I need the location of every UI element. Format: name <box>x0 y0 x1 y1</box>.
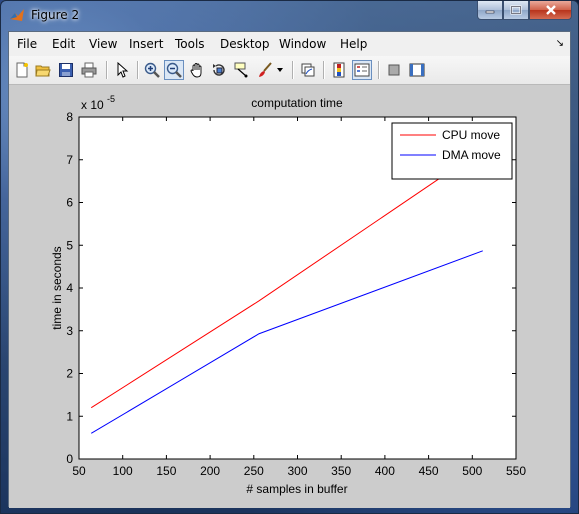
title-bar[interactable]: Figure 2 <box>1 1 578 31</box>
minimize-icon <box>485 10 495 14</box>
link-plot-icon[interactable] <box>298 60 318 80</box>
y-tick-label: 8 <box>66 110 73 124</box>
figure-window: Figure 2 File Edit View Insert Tools Des… <box>0 0 579 514</box>
x-tick-label: 400 <box>375 464 395 478</box>
y-tick-label: 2 <box>66 367 73 381</box>
dock-arrow-icon[interactable]: ↘ <box>556 38 564 49</box>
x-tick-label: 300 <box>287 464 307 478</box>
menu-window[interactable]: Window <box>279 37 326 51</box>
brush-icon[interactable] <box>255 60 275 80</box>
menu-view[interactable]: View <box>89 37 117 51</box>
figure-toolbar <box>9 56 570 85</box>
menu-file[interactable]: File <box>17 37 37 51</box>
print-icon[interactable] <box>79 60 99 80</box>
x-tick-label: 50 <box>72 464 86 478</box>
x-tick-label: 100 <box>113 464 133 478</box>
y-tick-label: 1 <box>66 409 73 423</box>
figure-client-area: File Edit View Insert Tools Desktop Wind… <box>8 31 571 508</box>
y-tick-label: 7 <box>66 153 73 167</box>
legend-icon[interactable] <box>352 60 372 80</box>
plot-svg[interactable]: 50 100 150 200 250 300 350 400 450 500 550 0 1 2 3 4 5 6 7… <box>9 85 570 508</box>
x-tick-label: 350 <box>331 464 351 478</box>
zoom-out-icon[interactable] <box>164 60 184 80</box>
y-tick-label: 3 <box>66 324 73 338</box>
maximize-button[interactable] <box>503 1 529 20</box>
close-icon <box>545 5 556 15</box>
data-cursor-icon[interactable] <box>232 60 252 80</box>
menu-edit[interactable]: Edit <box>52 37 75 51</box>
y-tick-label: 6 <box>66 196 73 210</box>
menu-tools[interactable]: Tools <box>175 37 205 51</box>
x-tick-label: 450 <box>419 464 439 478</box>
menu-insert[interactable]: Insert <box>129 37 163 51</box>
matlab-logo-icon <box>10 9 24 21</box>
brush-dropdown-icon[interactable] <box>275 60 285 80</box>
pan-hand-icon[interactable] <box>187 60 207 80</box>
open-file-icon[interactable] <box>33 60 53 80</box>
legend-entry: DMA move <box>442 148 501 162</box>
y-exponent-base: x 10 <box>81 98 104 112</box>
save-icon[interactable] <box>56 60 76 80</box>
x-tick-label: 250 <box>244 464 264 478</box>
menu-bar: File Edit View Insert Tools Desktop Wind… <box>9 32 570 57</box>
maximize-icon <box>510 5 522 15</box>
close-button[interactable] <box>529 1 572 20</box>
rotate-3d-icon[interactable] <box>209 60 229 80</box>
show-plot-tools-icon[interactable] <box>407 60 427 80</box>
y-axis-label: time in seconds <box>50 246 64 329</box>
x-tick-label: 150 <box>156 464 176 478</box>
new-figure-icon[interactable] <box>12 60 32 80</box>
edit-plot-arrow-icon[interactable] <box>112 60 132 80</box>
menu-help[interactable]: Help <box>340 37 367 51</box>
figure-canvas[interactable]: 50 100 150 200 250 300 350 400 450 500 550 0 1 2 3 4 5 6 7… <box>9 85 570 508</box>
x-tick-label: 200 <box>200 464 220 478</box>
y-tick-label: 4 <box>66 281 73 295</box>
x-tick-label: 550 <box>506 464 526 478</box>
y-tick-label: 5 <box>66 238 73 252</box>
x-axis-label: # samples in buffer <box>246 482 347 496</box>
y-exponent-power: -5 <box>107 94 115 104</box>
legend-entry: CPU move <box>442 128 500 142</box>
zoom-in-icon[interactable] <box>142 60 162 80</box>
hide-plot-tools-icon[interactable] <box>384 60 404 80</box>
y-tick-label: 0 <box>66 452 73 466</box>
x-tick-label: 500 <box>462 464 482 478</box>
legend[interactable]: CPU move DMA move <box>391 122 513 180</box>
colorbar-icon[interactable] <box>329 60 349 80</box>
window-title: Figure 2 <box>31 8 80 22</box>
chart-title: computation time <box>251 96 343 110</box>
minimize-button[interactable] <box>477 1 503 20</box>
menu-desktop[interactable]: Desktop <box>220 37 270 51</box>
